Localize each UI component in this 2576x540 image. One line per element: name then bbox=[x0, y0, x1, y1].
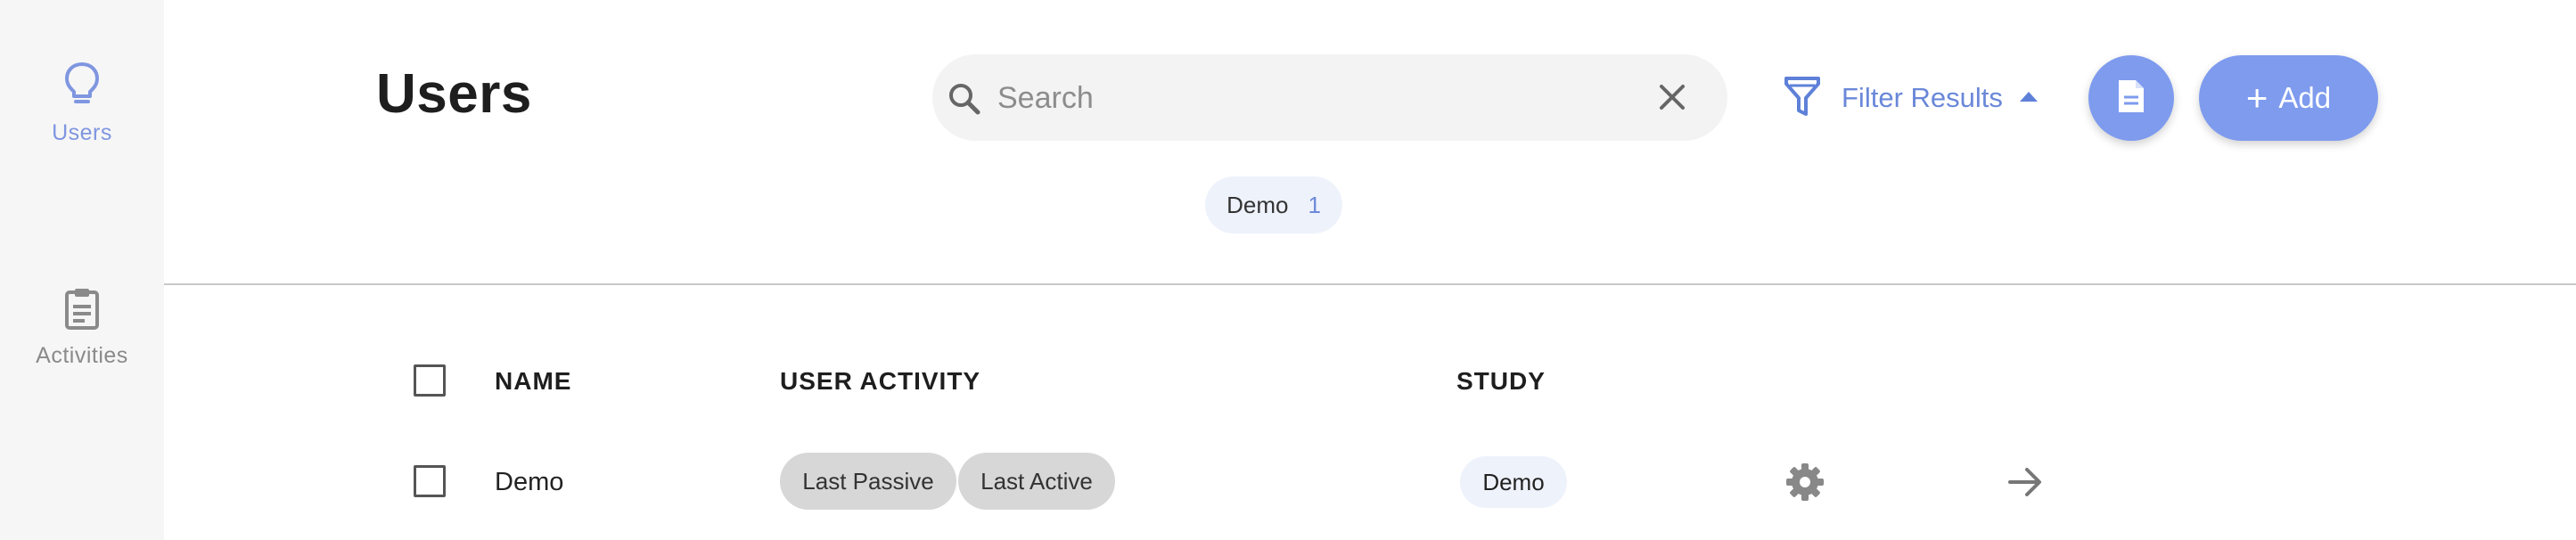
sidebar-item-label: Users bbox=[52, 120, 112, 145]
plus-icon: + bbox=[2245, 77, 2268, 119]
page-title: Users bbox=[376, 63, 532, 125]
chip-label: Demo bbox=[1226, 191, 1289, 218]
header-divider bbox=[164, 283, 2576, 285]
filter-results-button[interactable]: Filter Results bbox=[1783, 73, 2039, 123]
gear-icon[interactable] bbox=[1784, 462, 1825, 507]
study-filter-chip[interactable]: Demo 1 bbox=[1205, 176, 1342, 233]
add-button-label: Add bbox=[2278, 81, 2332, 114]
export-document-button[interactable] bbox=[2088, 55, 2174, 141]
sidebar-item-label: Activities bbox=[36, 343, 128, 368]
select-all-checkbox[interactable] bbox=[414, 364, 446, 397]
caret-up-icon bbox=[2019, 90, 2039, 107]
user-name-cell: Demo bbox=[495, 468, 564, 496]
clear-search-icon[interactable] bbox=[1656, 81, 1688, 118]
clipboard-icon bbox=[63, 287, 101, 334]
add-user-button[interactable]: + Add bbox=[2199, 55, 2378, 141]
lightbulb-icon bbox=[62, 61, 102, 111]
column-header-name[interactable]: NAME bbox=[495, 367, 571, 396]
last-passive-tag[interactable]: Last Passive bbox=[780, 453, 956, 510]
filter-results-label: Filter Results bbox=[1842, 82, 2003, 113]
column-header-study[interactable]: STUDY bbox=[1456, 367, 1546, 396]
document-icon bbox=[2116, 78, 2146, 119]
sidebar: Users Activities bbox=[0, 0, 164, 540]
sidebar-item-activities[interactable]: Activities bbox=[0, 287, 164, 369]
sidebar-item-users[interactable]: Users bbox=[0, 61, 164, 146]
arrow-right-icon[interactable] bbox=[2007, 464, 2043, 504]
column-header-user-activity[interactable]: USER ACTIVITY bbox=[780, 367, 980, 396]
funnel-icon bbox=[1783, 75, 1822, 122]
study-badge: Demo bbox=[1460, 456, 1567, 508]
search-icon bbox=[947, 81, 982, 121]
last-active-tag[interactable]: Last Active bbox=[958, 453, 1115, 510]
chip-count: 1 bbox=[1308, 191, 1321, 218]
search-input[interactable] bbox=[996, 74, 1641, 122]
row-checkbox[interactable] bbox=[414, 465, 446, 497]
search-bar bbox=[932, 54, 1727, 141]
